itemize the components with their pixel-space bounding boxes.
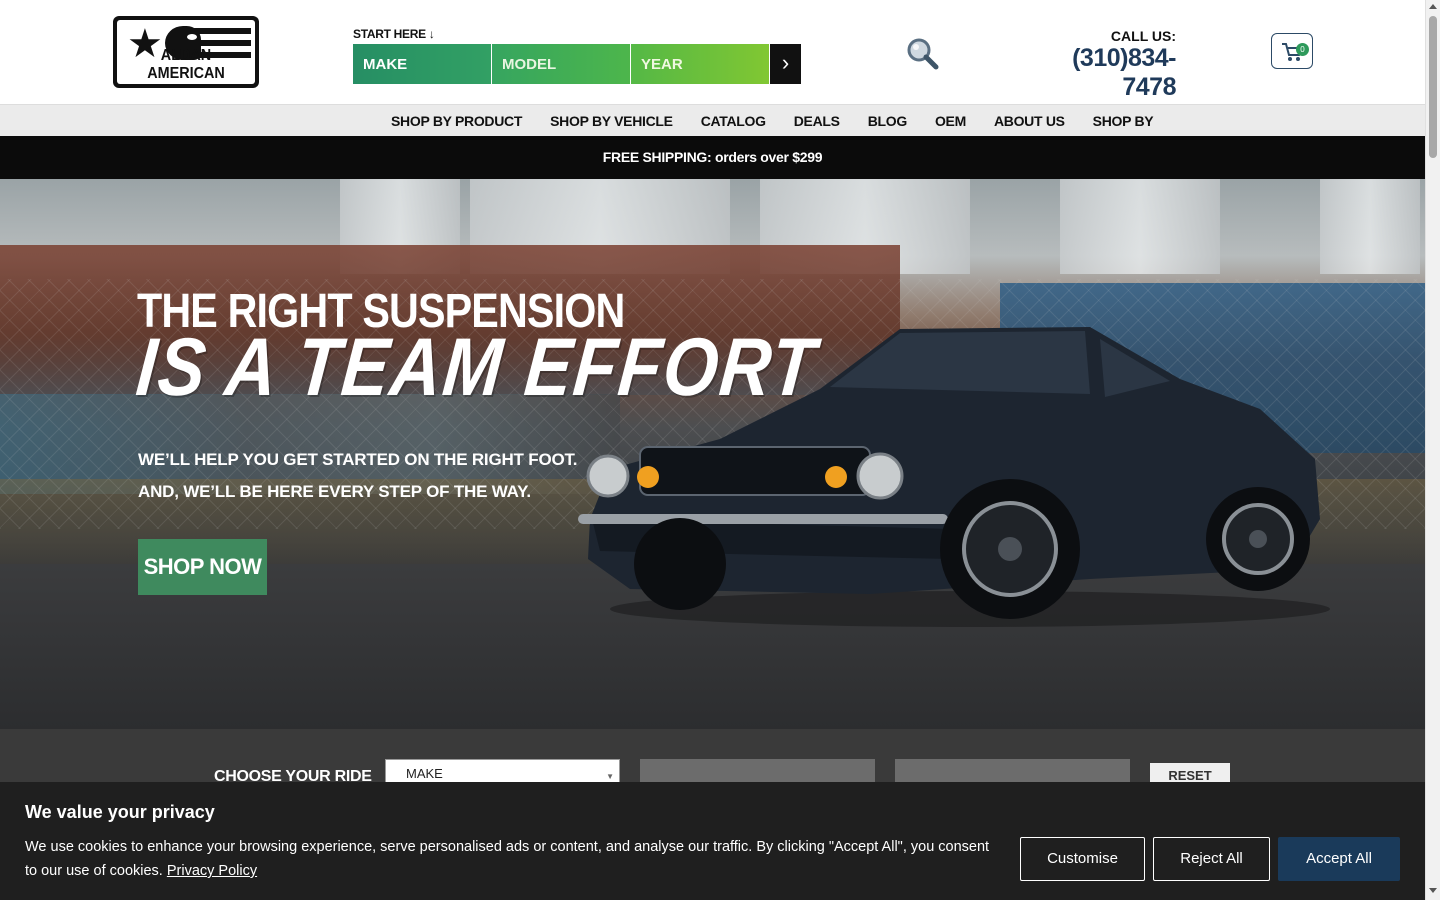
logo-stripe — [181, 40, 251, 46]
hero-subtitle-line1: WE’LL HELP YOU GET STARTED ON THE RIGHT … — [138, 450, 578, 469]
ride-make-value: MAKE — [406, 766, 443, 781]
nav-shop-by-product[interactable]: SHOP BY PRODUCT — [377, 105, 536, 137]
hero-subtitle-line2: AND, WE’LL BE HERE EVERY STEP OF THE WAY… — [138, 482, 531, 501]
cookie-text: We use cookies to enhance your browsing … — [25, 835, 1000, 883]
scroll-thumb[interactable] — [1429, 16, 1437, 158]
reject-all-button[interactable]: Reject All — [1153, 837, 1270, 881]
cart-button[interactable]: 0 — [1271, 33, 1313, 69]
start-here-label: START HERE ↓ — [353, 27, 435, 41]
cookie-consent-banner: We value your privacy We use cookies to … — [0, 782, 1425, 900]
vehicle-go-button[interactable]: › — [770, 44, 801, 84]
accept-all-button[interactable]: Accept All — [1278, 837, 1400, 881]
shop-now-button[interactable]: SHOP NOW — [138, 539, 267, 595]
nav-about-us[interactable]: ABOUT US — [980, 105, 1079, 137]
scroll-down-arrow-icon[interactable] — [1429, 888, 1437, 893]
nav-blog[interactable]: BLOG — [854, 105, 921, 137]
model-select[interactable]: MODEL — [492, 44, 630, 84]
hero-bg-silo — [1060, 179, 1220, 274]
customise-button[interactable]: Customise — [1020, 837, 1145, 881]
nav-shop-by-vehicle[interactable]: SHOP BY VEHICLE — [536, 105, 687, 137]
choose-your-ride-bar: CHOOSE YOUR RIDE MAKE ▼ RESET — [0, 729, 1425, 789]
free-shipping-banner: FREE SHIPPING: orders over $299 — [0, 136, 1425, 179]
page-scrollbar[interactable] — [1425, 0, 1440, 900]
hero-banner: THE RIGHT SUSPENSION IS A TEAM EFFORT WE… — [0, 179, 1425, 729]
chevron-right-icon: › — [781, 50, 790, 75]
nav-oem[interactable]: OEM — [921, 105, 980, 137]
nav-deals[interactable]: DEALS — [780, 105, 854, 137]
aldan-american-logo[interactable]: ★ ALDAN AMERICAN — [113, 16, 259, 88]
hero-bg-silo — [1320, 179, 1420, 274]
logo-inner: ★ ALDAN AMERICAN — [117, 20, 255, 84]
main-nav: SHOP BY PRODUCT SHOP BY VEHICLE CATALOG … — [0, 104, 1425, 136]
nav-catalog[interactable]: CATALOG — [687, 105, 780, 137]
logo-stripe — [181, 28, 251, 34]
cookie-title: We value your privacy — [25, 802, 215, 822]
nav-shop-by[interactable]: SHOP BY — [1079, 105, 1168, 137]
hero-subtitle: WE’LL HELP YOU GET STARTED ON THE RIGHT … — [138, 444, 578, 508]
make-select[interactable]: MAKE — [353, 44, 491, 84]
call-us-label: CALL US: — [1110, 28, 1176, 44]
vehicle-selector: MAKE MODEL YEAR › — [353, 44, 802, 84]
logo-text: ALDAN AMERICAN — [147, 47, 225, 82]
site-header: ★ ALDAN AMERICAN START HERE ↓ MAKE MODEL… — [0, 0, 1425, 104]
phone-number-link[interactable]: (310)834-7478 — [1030, 44, 1176, 102]
dropdown-arrow-icon: ▼ — [606, 772, 614, 781]
scroll-up-arrow-icon[interactable] — [1429, 4, 1437, 9]
search-icon[interactable] — [905, 36, 939, 70]
cart-count-badge: 0 — [1296, 43, 1309, 56]
privacy-policy-link[interactable]: Privacy Policy — [167, 863, 257, 879]
year-select[interactable]: YEAR — [631, 44, 769, 84]
hero-title-line2: IS A TEAM EFFORT — [132, 322, 821, 413]
